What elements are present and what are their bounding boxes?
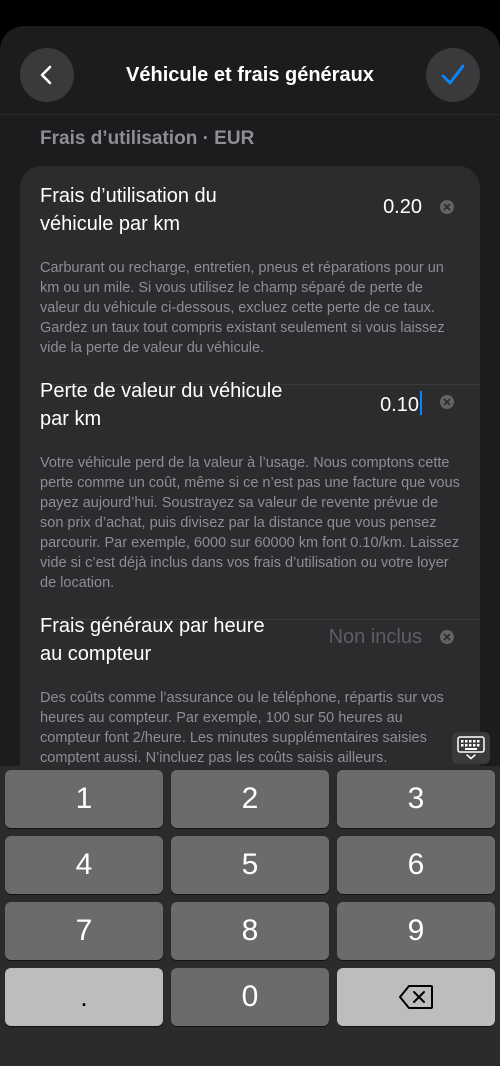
field-placeholder: Non inclus	[328, 626, 422, 648]
back-button[interactable]	[20, 48, 74, 102]
done-button[interactable]	[426, 48, 480, 102]
page-title: Véhicule et frais généraux	[126, 63, 374, 86]
key-0[interactable]: 0	[171, 968, 329, 1026]
field-description: Votre véhicule perd de la valeur à l’usa…	[40, 455, 460, 591]
overhead-input[interactable]: Non inclus	[329, 626, 422, 649]
keyboard-dismiss-icon	[457, 736, 485, 760]
key-delete[interactable]	[337, 968, 495, 1026]
key-4[interactable]: 4	[5, 836, 163, 894]
checkmark-icon	[441, 64, 465, 85]
field-title: Frais d’utilisation du véhicule par km	[40, 185, 217, 235]
running-cost-input[interactable]: 0.20	[383, 196, 422, 219]
key-1[interactable]: 1	[5, 770, 163, 828]
section-header: Frais d’utilisation · EUR	[40, 128, 255, 149]
navigation-bar: Véhicule et frais généraux	[0, 26, 500, 115]
depreciation-input[interactable]: 0.10	[380, 391, 422, 417]
backspace-icon	[399, 985, 433, 1009]
key-3[interactable]: 3	[337, 770, 495, 828]
clear-icon	[443, 633, 451, 641]
field-description: Carburant ou recharge, entretien, pneus …	[40, 260, 445, 356]
chevron-left-icon	[40, 65, 52, 85]
fields-card: Frais d’utilisation du véhicule par km 0…	[20, 166, 480, 866]
clear-button[interactable]	[440, 395, 454, 409]
key-5[interactable]: 5	[171, 836, 329, 894]
settings-sheet: Véhicule et frais généraux Frais d’utili…	[0, 26, 500, 1066]
clear-button[interactable]	[440, 200, 454, 214]
key-8[interactable]: 8	[171, 902, 329, 960]
field-title: Perte de valeur du véhicule par km	[40, 380, 283, 430]
field-title: Frais généraux par heure au compteur	[40, 615, 265, 665]
clear-icon	[443, 203, 451, 211]
field-value: 0.20	[383, 196, 422, 218]
clear-button[interactable]	[440, 630, 454, 644]
numeric-keypad: 1 2 3 4 5 6 7 8 9 . 0	[0, 766, 500, 1066]
key-9[interactable]: 9	[337, 902, 495, 960]
field-description: Des coûts comme l’assurance ou le téléph…	[40, 690, 444, 766]
key-6[interactable]: 6	[337, 836, 495, 894]
text-cursor	[420, 391, 422, 415]
key-2[interactable]: 2	[171, 770, 329, 828]
keyboard-dismiss-button[interactable]	[452, 732, 490, 764]
key-7[interactable]: 7	[5, 902, 163, 960]
clear-icon	[443, 398, 451, 406]
field-value: 0.10	[380, 394, 419, 416]
key-decimal[interactable]: .	[5, 968, 163, 1026]
